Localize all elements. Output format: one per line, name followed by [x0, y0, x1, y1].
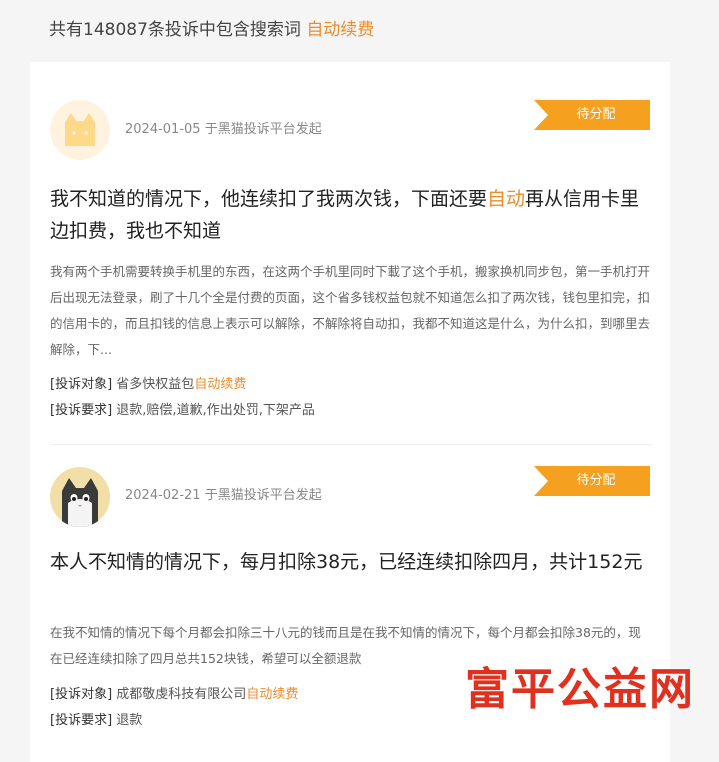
target-label: [投诉对象] [50, 687, 113, 702]
request-label: [投诉要求] [50, 403, 113, 418]
cat-avatar-icon [50, 467, 110, 527]
complaint-target: [投诉对象] 成都敬虔科技有限公司自动续费 [50, 685, 298, 705]
complaint-target: [投诉对象] 省多快权益包自动续费 [50, 375, 246, 395]
request-label: [投诉要求] [50, 713, 113, 728]
complaint-date: 2024-02-21 [125, 488, 201, 503]
title-highlight: 自动 [487, 188, 526, 210]
summary-keyword: 自动续费 [306, 20, 375, 40]
complaint-title[interactable]: 我不知道的情况下，他连续扣了我两次钱，下面还要自动再从信用卡里边扣费，我也不知道 [50, 183, 652, 247]
site-watermark: 富平公益网 [465, 664, 695, 715]
avatar[interactable] [50, 100, 110, 160]
target-value: 省多快权益包 [116, 377, 195, 392]
complaint-meta: 2024-01-05 于黑猫投诉平台发起 [125, 121, 322, 139]
target-highlight: 自动续费 [246, 687, 299, 702]
avatar[interactable] [50, 467, 110, 527]
status-badge: 待分配 [534, 100, 650, 130]
target-label: [投诉对象] [50, 377, 113, 392]
complaint-source: 于黑猫投诉平台发起 [204, 122, 322, 137]
complaint-meta: 2024-02-21 于黑猫投诉平台发起 [125, 487, 322, 505]
search-summary: 共有148087条投诉中包含搜索词 自动续费 [49, 18, 374, 42]
target-value: 成都敬虔科技有限公司 [116, 687, 247, 702]
summary-text: 共有148087条投诉中包含搜索词 [49, 20, 301, 40]
title-text: 我不知道的情况下，他连续扣了我两次钱，下面还要 [50, 188, 488, 210]
request-value: 退款,赔偿,道歉,作出处罚,下架产品 [116, 403, 315, 418]
complaint-request: [投诉要求] 退款 [50, 711, 142, 731]
complaint-list: 2024-01-05 于黑猫投诉平台发起 待分配 我不知道的情况下，他连续扣了我… [30, 62, 670, 762]
divider [50, 444, 652, 445]
complaint-title[interactable]: 本人不知情的情况下，每月扣除38元，已经连续扣除四月，共计152元 [50, 546, 652, 578]
complaint-date: 2024-01-05 [125, 122, 201, 137]
target-highlight: 自动续费 [194, 377, 247, 392]
title-text: 本人不知情的情况下，每月扣除38元，已经连续扣除四月，共计152元 [50, 551, 643, 573]
complaint-body: 我有两个手机需要转换手机里的东西，在这两个手机里同时下載了这个手机，搬家换机同步… [50, 264, 651, 357]
request-value: 退款 [116, 713, 143, 728]
complaint-request: [投诉要求] 退款,赔偿,道歉,作出处罚,下架产品 [50, 401, 315, 421]
complaint-source: 于黑猫投诉平台发起 [204, 488, 322, 503]
cat-avatar-icon [50, 100, 110, 160]
status-badge: 待分配 [534, 466, 650, 496]
